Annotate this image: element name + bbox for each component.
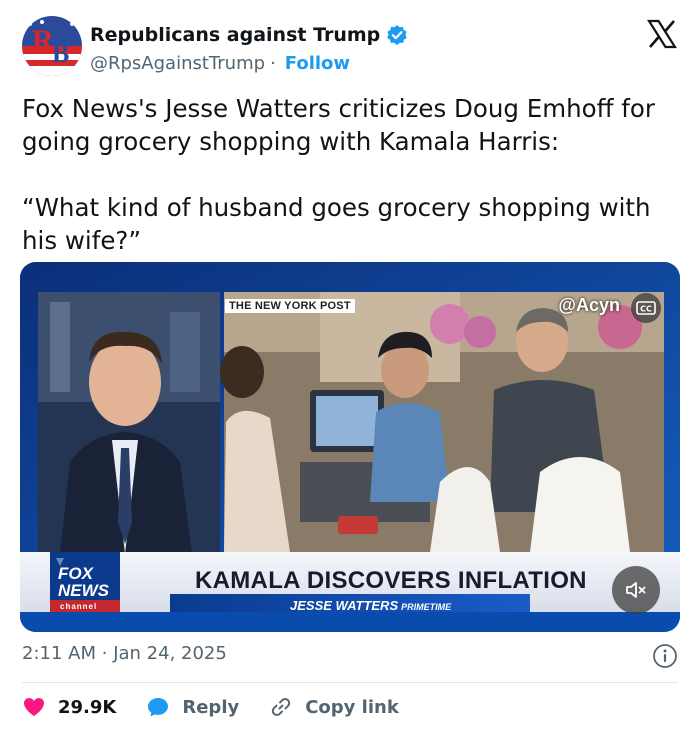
video-player[interactable]: THE NEW YORK POST @Acyn CC FOX NEWS chan… (20, 262, 680, 632)
reply-label: Reply (182, 696, 240, 718)
like-count: 29.9K (58, 696, 117, 718)
tweet-timestamp[interactable]: 2:11 AM · Jan 24, 2025 (22, 643, 227, 664)
watermark: @Acyn (558, 295, 620, 315)
divider (22, 682, 678, 683)
display-name[interactable]: Republicans against Trump (90, 24, 380, 46)
show-name: JESSE WATTERS (290, 598, 399, 613)
action-bar: 29.9K Reply Copy link (22, 694, 429, 720)
show-suffix: PRIMETIME (401, 602, 452, 612)
copy-link-label: Copy link (305, 696, 399, 718)
source-tag: THE NEW YORK POST (225, 299, 355, 313)
svg-text:R: R (32, 24, 54, 57)
fox-news-logo: FOX NEWS (58, 564, 109, 600)
link-icon (272, 698, 291, 716)
closed-captions-icon[interactable]: CC (630, 292, 662, 324)
copy-link-button[interactable]: Copy link (269, 695, 399, 719)
separator: · (270, 52, 276, 74)
chyron-show-name: JESSE WATTERS PRIMETIME (290, 598, 451, 613)
handle[interactable]: @RpsAgainstTrump (90, 53, 265, 74)
tweet-date: Jan 24, 2025 (113, 643, 227, 664)
reply-bubble-icon (148, 698, 169, 717)
svg-text:B: B (52, 39, 69, 68)
info-icon[interactable] (652, 643, 678, 669)
separator: · (101, 643, 108, 664)
tweet-time: 2:11 AM (22, 643, 96, 664)
fox-news-channel-label: channel (60, 602, 98, 611)
svg-text:CC: CC (640, 305, 652, 314)
follow-button[interactable]: Follow (285, 53, 350, 74)
chyron-headline: KAMALA DISCOVERS INFLATION (195, 567, 587, 594)
tweet-text: Fox News's Jesse Watters criticizes Doug… (22, 94, 655, 255)
x-logo-icon[interactable] (646, 18, 678, 50)
verified-badge-icon (386, 24, 408, 46)
reply-button[interactable]: Reply (146, 695, 239, 719)
tweet-header: R B Republicans against Trump @RpsAgains… (22, 14, 682, 78)
muted-speaker-icon[interactable] (612, 566, 660, 614)
heart-icon (24, 698, 44, 716)
like-button[interactable]: 29.9K (22, 695, 116, 719)
avatar[interactable]: R B (22, 16, 82, 76)
